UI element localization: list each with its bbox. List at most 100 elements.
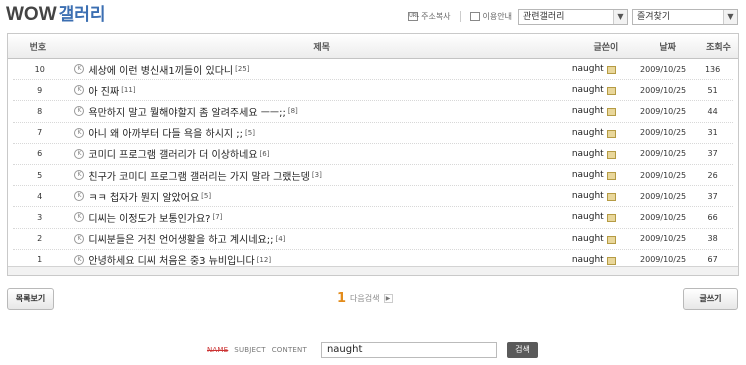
post-date: 2009/10/25 (640, 64, 687, 74)
post-writer-cell: naught (561, 234, 634, 244)
member-icon (606, 87, 616, 96)
post-subject-cell: K 코미디 프로그램 갤러리가 더 이상하네요 [6] (66, 146, 560, 161)
search-option-content[interactable]: CONTENT (272, 346, 307, 354)
next-search-link[interactable]: 다음검색 (350, 293, 379, 304)
comment-count[interactable]: [7] (212, 213, 222, 221)
post-date: 2009/10/25 (640, 234, 687, 244)
post-subject-link[interactable]: 코미디 프로그램 갤러리가 더 이상하네요 (88, 146, 257, 161)
post-writer[interactable]: naught (572, 170, 604, 180)
post-writer-cell: naught (561, 85, 634, 96)
post-subject-link[interactable]: 아 진짜 (88, 83, 119, 98)
related-gallery-value: 관련갤러리 (523, 11, 565, 22)
post-number: 4 (37, 191, 43, 201)
post-writer[interactable]: naught (572, 85, 604, 95)
member-icon (606, 235, 616, 244)
comment-count[interactable]: [25] (235, 65, 249, 73)
column-header-views: 조회수 (706, 42, 731, 53)
post-views: 44 (707, 106, 718, 116)
write-post-button[interactable]: 글쓰기 (683, 288, 738, 310)
post-subject-link[interactable]: 세상에 이런 병신새1끼들이 있다니 (88, 62, 233, 77)
post-number: 5 (37, 170, 43, 180)
post-writer[interactable]: naught (572, 106, 604, 116)
top-toolbar: URL 주소복사 이용안내 관련갤러리 ▼ 즐겨찾기 ▼ (406, 8, 738, 25)
post-type-icon: K (74, 254, 85, 265)
post-type-icon: K (74, 148, 85, 159)
comment-count[interactable]: [8] (288, 107, 298, 115)
post-date: 2009/10/25 (640, 149, 687, 159)
search-button[interactable]: 검색 (506, 342, 538, 358)
column-header-subject: 제목 (313, 42, 330, 53)
chevron-down-icon: ▼ (613, 9, 627, 24)
guide-button[interactable]: 이용안내 (468, 9, 514, 24)
chevron-right-icon[interactable]: ▶ (383, 294, 393, 303)
post-subject-link[interactable]: 디씨는 이정도가 보통인가요? (88, 210, 210, 225)
table-row: 4 K ㅋㅋ 첩자가 뭔지 알았어요 [5] naught 2009/10/25 37 (13, 186, 733, 208)
info-icon (469, 12, 480, 21)
post-writer-cell: naught (561, 191, 634, 202)
favorites-value: 즐겨찾기 (637, 11, 671, 22)
current-page[interactable]: 1 (337, 291, 346, 306)
favorites-select[interactable]: 즐겨찾기 ▼ (632, 8, 738, 25)
comment-count[interactable]: [4] (275, 235, 285, 243)
post-number: 3 (37, 212, 43, 222)
post-subject-link[interactable]: 욕만하지 말고 뭘해야할지 좀 알려주세요 ㅡㅡ;; (88, 104, 285, 119)
post-subject-link[interactable]: 아니 왜 아까부터 다들 욕을 하시지 ;; (88, 125, 243, 140)
post-views: 26 (707, 170, 718, 180)
post-views: 136 (704, 64, 721, 74)
post-number: 6 (37, 149, 43, 159)
post-subject-link[interactable]: ㅋㅋ 첩자가 뭔지 알았어요 (88, 189, 199, 204)
post-type-icon: K (74, 127, 85, 138)
table-row: 2 K 디씨분들은 거친 언어생활을 하고 계시네요;; [4] naught 2009/… (13, 229, 733, 250)
table-row: 6 K 코미디 프로그램 갤러리가 더 이상하네요 [6] naught 2009/10/… (13, 144, 733, 165)
search-option-name[interactable]: NAME (207, 346, 228, 354)
comment-count[interactable]: [12] (257, 256, 271, 264)
post-type-icon: K (74, 64, 85, 75)
post-number: 8 (37, 106, 43, 116)
post-views: 37 (707, 149, 718, 159)
post-number: 9 (37, 85, 43, 95)
post-views: 38 (707, 234, 718, 244)
post-subject-link[interactable]: 친구가 코미디 프로그램 갤러리는 가지 말라 그랬는뎅 (88, 168, 309, 183)
post-subject-cell: K 친구가 코미디 프로그램 갤러리는 가지 말라 그랬는뎅 [3] (66, 168, 560, 183)
table-row: 5 K 친구가 코미디 프로그램 갤러리는 가지 말라 그랬는뎅 [3] naught 2… (13, 165, 733, 187)
post-writer-cell: naught (561, 212, 634, 223)
post-writer-cell: naught (561, 149, 634, 159)
member-icon (606, 214, 616, 223)
post-writer[interactable]: naught (572, 212, 604, 222)
post-writer-cell: naught (561, 106, 634, 117)
table-row: 10 K 세상에 이런 병신새1끼들이 있다니 [25] naught 2009/10/2… (13, 59, 733, 81)
post-writer[interactable]: naught (572, 149, 604, 159)
post-subject-link[interactable]: 디씨분들은 거친 언어생활을 하고 계시네요;; (88, 231, 273, 246)
search-input[interactable]: naught (320, 342, 497, 358)
post-date: 2009/10/25 (640, 106, 687, 116)
post-date: 2009/10/25 (640, 170, 687, 180)
search-bar: NAME SUBJECT CONTENT naught 검색 (207, 342, 538, 358)
post-writer[interactable]: naught (572, 255, 604, 265)
list-view-button[interactable]: 목록보기 (7, 288, 54, 310)
search-option-subject[interactable]: SUBJECT (234, 346, 265, 354)
member-icon (606, 172, 616, 181)
comment-count[interactable]: [5] (245, 129, 255, 137)
comment-count[interactable]: [6] (260, 150, 270, 158)
comment-count[interactable]: [3] (312, 171, 322, 179)
post-subject-cell: K 디씨분들은 거친 언어생활을 하고 계시네요;; [4] (66, 231, 560, 246)
post-number: 1 (37, 255, 43, 265)
post-writer-cell: naught (561, 64, 634, 75)
copy-url-button[interactable]: URL 주소복사 (406, 9, 452, 24)
member-icon (606, 66, 616, 75)
post-writer-cell: naught (561, 128, 634, 138)
comment-count[interactable]: [11] (121, 86, 135, 94)
guide-label: 이용안내 (482, 12, 512, 21)
post-writer[interactable]: naught (572, 191, 604, 201)
related-gallery-select[interactable]: 관련갤러리 ▼ (518, 8, 628, 25)
post-writer[interactable]: naught (572, 64, 604, 74)
post-writer[interactable]: naught (572, 234, 604, 244)
toolbar-divider (459, 11, 461, 22)
post-type-icon: K (74, 106, 85, 117)
horizontal-scrollbar[interactable] (8, 266, 738, 275)
post-writer[interactable]: naught (572, 128, 604, 138)
column-header-writer: 글쓴이 (593, 42, 619, 53)
column-header-num: 번호 (29, 42, 47, 53)
comment-count[interactable]: [5] (201, 192, 211, 200)
gallery-title: WOW 갤러리 (6, 3, 106, 27)
